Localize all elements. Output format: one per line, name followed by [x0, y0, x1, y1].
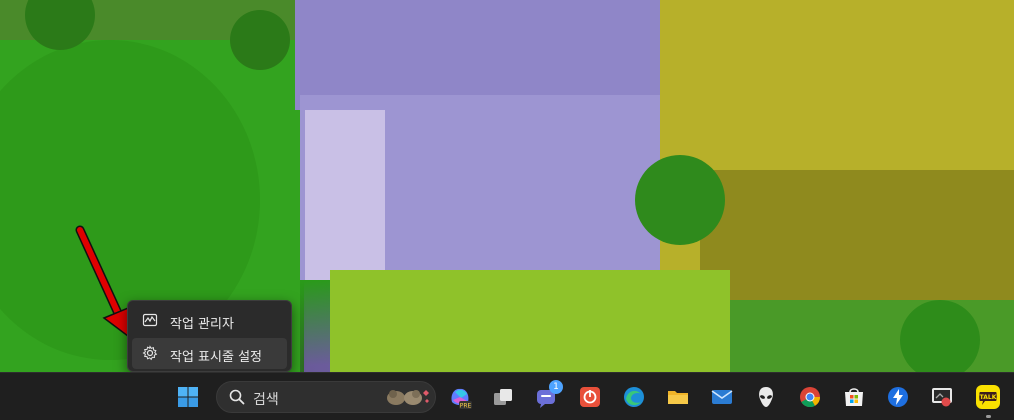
task-view-icon [494, 389, 512, 405]
task-manager-icon [142, 313, 158, 327]
store-icon [845, 388, 863, 406]
alienware-button[interactable] [748, 379, 784, 415]
screen-capture-icon [932, 388, 952, 407]
edge-icon [624, 387, 644, 407]
copilot-badge: PRE [460, 403, 472, 410]
copilot-button[interactable]: PRE [442, 379, 478, 415]
kakaotalk-button[interactable]: TALK [970, 379, 1006, 418]
snipping-button[interactable] [924, 379, 960, 415]
start-button[interactable] [170, 379, 206, 415]
app-red-button[interactable] [572, 379, 608, 415]
running-indicator [986, 415, 991, 418]
menu-item-label: 작업 표시줄 설정 [170, 350, 262, 365]
search-icon [229, 389, 245, 405]
search-label: 검색 [253, 392, 279, 408]
kakaotalk-icon: TALK [976, 385, 1000, 409]
store-button[interactable] [836, 379, 872, 415]
file-explorer-button[interactable] [660, 379, 696, 415]
windows-logo-icon [178, 387, 198, 407]
teams-button[interactable]: 1 [528, 379, 564, 415]
chrome-button[interactable] [792, 379, 828, 415]
mail-button[interactable] [704, 379, 740, 415]
taskbar-context-menu: 작업 관리자 작업 표시줄 설정 [127, 300, 292, 372]
bolt-icon [888, 387, 908, 407]
menu-item-label: 작업 관리자 [170, 317, 234, 332]
menu-item-taskbar-settings[interactable]: 작업 표시줄 설정 [132, 338, 287, 369]
search-box[interactable]: 검색 [216, 381, 436, 413]
notification-badge: 1 [549, 380, 563, 394]
app-blue-button[interactable] [880, 379, 916, 415]
copilot-icon: PRE [451, 388, 472, 410]
chrome-icon [800, 387, 821, 408]
edge-button[interactable] [616, 379, 652, 415]
folder-icon [668, 391, 688, 404]
search-highlight-birds-icon [387, 390, 429, 405]
alien-icon [759, 387, 773, 407]
gear-icon [142, 345, 158, 361]
task-view-button[interactable] [485, 379, 521, 415]
mail-icon [711, 390, 733, 404]
power-icon [580, 387, 600, 407]
kakaotalk-badge: TALK [980, 394, 997, 401]
taskbar: 검색 PRE 1 TALK [0, 372, 1014, 420]
menu-item-task-manager[interactable]: 작업 관리자 [132, 305, 287, 336]
